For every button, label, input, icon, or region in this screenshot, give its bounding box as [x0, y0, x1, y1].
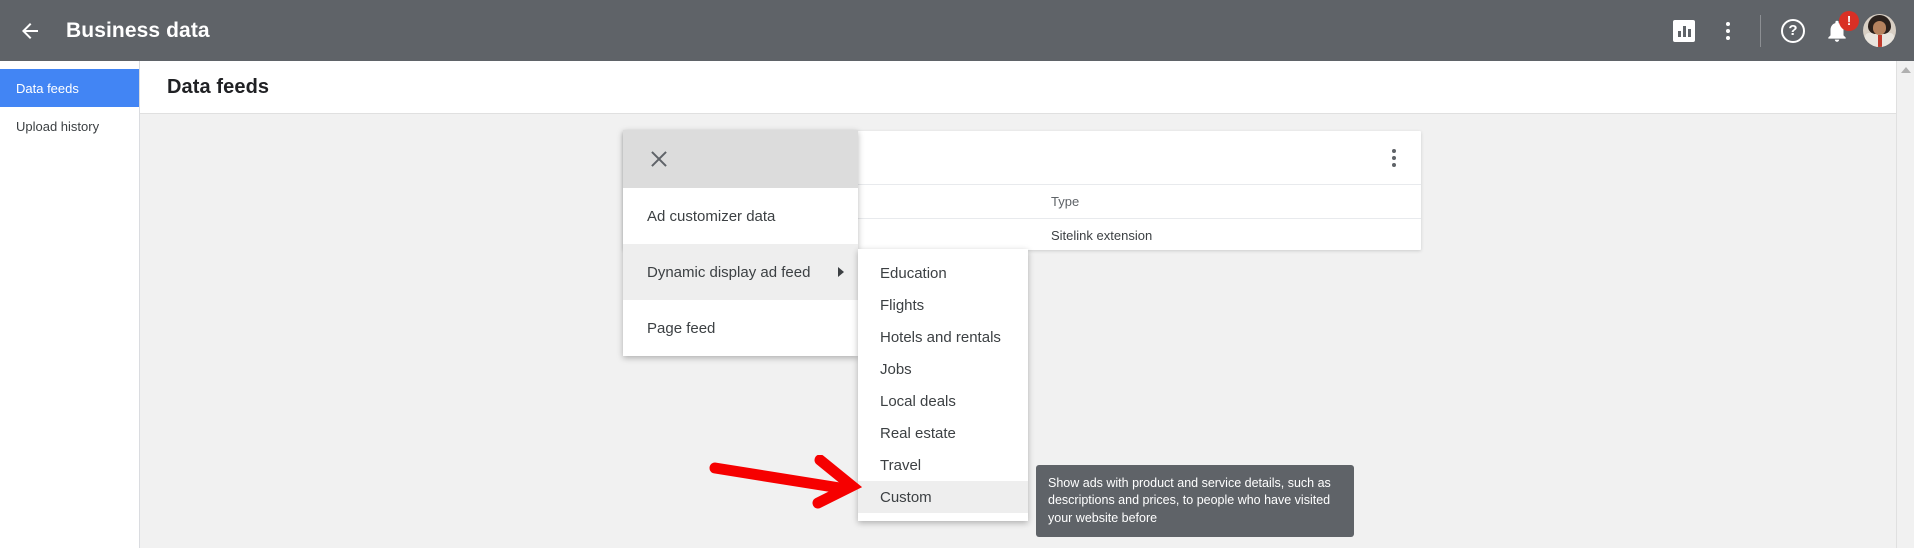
page-header: Data feeds: [140, 61, 1896, 114]
sidebar-item-data-feeds[interactable]: Data feeds: [0, 69, 139, 107]
submenu-item-hotels-and-rentals[interactable]: Hotels and rentals: [858, 321, 1028, 353]
reports-icon-glyph: [1673, 19, 1695, 42]
submenu-item-label: Jobs: [880, 360, 912, 378]
bell-glyph: !: [1824, 10, 1859, 44]
more-options-glyph: [1726, 21, 1730, 40]
back-arrow-icon[interactable]: [12, 13, 48, 49]
sidebar-item-upload-history[interactable]: Upload history: [0, 107, 139, 145]
submenu-item-label: Education: [880, 264, 947, 282]
menu-item-ad-customizer-data[interactable]: Ad customizer data: [623, 188, 858, 244]
dynamic-display-ad-feed-submenu: Education Flights Hotels and rentals Job…: [858, 249, 1028, 521]
menu-item-label: Dynamic display ad feed: [647, 263, 811, 281]
topbar-divider: [1760, 14, 1761, 47]
submenu-item-real-estate[interactable]: Real estate: [858, 417, 1028, 449]
feed-type-menu-header: [623, 130, 858, 188]
user-avatar[interactable]: [1863, 14, 1896, 47]
submenu-item-custom[interactable]: Custom: [858, 481, 1028, 513]
submenu-item-label: Real estate: [880, 424, 956, 442]
app-title: Business data: [66, 18, 210, 42]
submenu-item-label: Custom: [880, 488, 932, 506]
avatar-tie: [1878, 35, 1882, 47]
page-title: Data feeds: [167, 75, 270, 98]
sidebar: Data feeds Upload history: [0, 61, 140, 548]
submenu-item-flights[interactable]: Flights: [858, 289, 1028, 321]
feed-type-menu: Ad customizer data Dynamic display ad fe…: [623, 130, 858, 356]
notification-badge: !: [1839, 10, 1859, 31]
menu-item-label: Ad customizer data: [647, 207, 776, 225]
submenu-item-label: Travel: [880, 456, 922, 474]
chevron-right-icon: [838, 267, 844, 277]
submenu-item-education[interactable]: Education: [858, 257, 1028, 289]
close-icon[interactable]: [647, 147, 671, 171]
notifications-icon[interactable]: !: [1815, 9, 1859, 53]
submenu-item-travel[interactable]: Travel: [858, 449, 1028, 481]
submenu-item-jobs[interactable]: Jobs: [858, 353, 1028, 385]
menu-item-dynamic-display-ad-feed[interactable]: Dynamic display ad feed: [623, 244, 858, 300]
scroll-up-arrow-icon[interactable]: [1897, 61, 1914, 79]
top-app-bar: Business data ? !: [0, 0, 1914, 61]
card-more-options-icon[interactable]: [1381, 145, 1407, 171]
avatar-face: [1873, 21, 1886, 35]
more-options-icon[interactable]: [1706, 9, 1750, 53]
menu-item-label: Page feed: [647, 319, 716, 337]
submenu-item-label: Hotels and rentals: [880, 328, 1001, 346]
topbar-actions: ? !: [1662, 0, 1896, 61]
custom-feed-tooltip: Show ads with product and service detail…: [1036, 465, 1354, 537]
submenu-item-local-deals[interactable]: Local deals: [858, 385, 1028, 417]
menu-item-page-feed[interactable]: Page feed: [623, 300, 858, 356]
help-icon[interactable]: ?: [1771, 9, 1815, 53]
help-glyph: ?: [1781, 18, 1805, 43]
vertical-scrollbar[interactable]: [1896, 61, 1914, 548]
submenu-item-label: Local deals: [880, 392, 956, 410]
sidebar-item-label: Upload history: [16, 118, 100, 134]
sidebar-item-label: Data feeds: [16, 80, 79, 96]
submenu-item-label: Flights: [880, 296, 925, 314]
reports-icon[interactable]: [1662, 9, 1706, 53]
